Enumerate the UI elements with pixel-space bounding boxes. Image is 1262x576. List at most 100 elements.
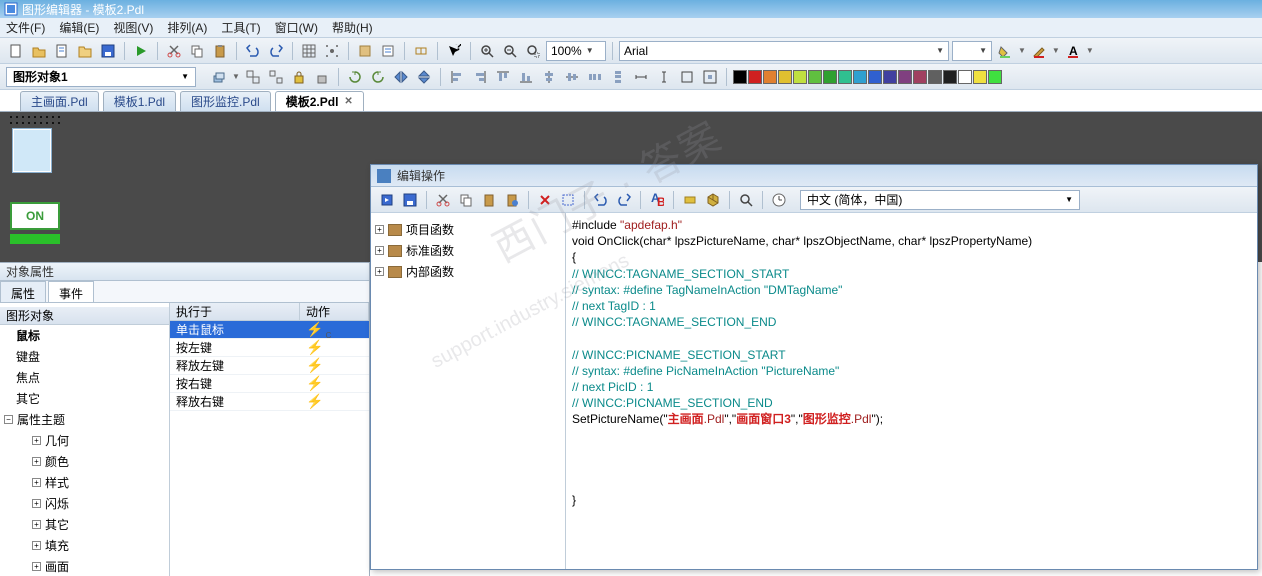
dlg-save-icon[interactable]: [400, 190, 420, 210]
canvas-picture-object[interactable]: [12, 128, 52, 173]
document-tab[interactable]: 模板1.Pdl: [103, 91, 176, 111]
dlg-cube-icon[interactable]: [703, 190, 723, 210]
tab-attributes[interactable]: 属性: [0, 281, 46, 302]
color-swatch[interactable]: [838, 70, 852, 84]
dlg-find-icon[interactable]: [736, 190, 756, 210]
tab-events[interactable]: 事件: [48, 281, 94, 302]
tree-sub-item[interactable]: +几何: [0, 430, 169, 451]
save-icon[interactable]: [98, 41, 118, 61]
lock-icon[interactable]: [289, 67, 309, 87]
dlg-syntax-check-icon[interactable]: AB: [647, 190, 667, 210]
dlg-paste-special-icon[interactable]: [502, 190, 522, 210]
zoom-in-icon[interactable]: [477, 41, 497, 61]
dlg-undo-icon[interactable]: [591, 190, 611, 210]
snap-icon[interactable]: [322, 41, 342, 61]
zoom-out-icon[interactable]: [500, 41, 520, 61]
dialog-titlebar[interactable]: 编辑操作: [371, 165, 1257, 187]
tree-sub-item[interactable]: +闪烁: [0, 493, 169, 514]
canvas-on-button[interactable]: ON: [10, 202, 60, 230]
color-swatch[interactable]: [988, 70, 1002, 84]
tree-sub-item[interactable]: +其它: [0, 514, 169, 535]
document-tab[interactable]: 主画面.Pdl: [20, 91, 99, 111]
color-swatch[interactable]: [823, 70, 837, 84]
zoom-area-icon[interactable]: [523, 41, 543, 61]
dlg-select-all-icon[interactable]: [558, 190, 578, 210]
object-selector-combo[interactable]: 图形对象1▼: [6, 67, 196, 87]
same-height-icon[interactable]: [654, 67, 674, 87]
dist-h-icon[interactable]: [585, 67, 605, 87]
tree-keyboard[interactable]: 键盘: [0, 346, 169, 367]
color-swatch[interactable]: [943, 70, 957, 84]
tree-mouse[interactable]: 鼠标: [0, 325, 169, 346]
same-size-icon[interactable]: [677, 67, 697, 87]
same-width-icon[interactable]: [631, 67, 651, 87]
menu-window[interactable]: 窗口(W): [275, 19, 318, 36]
center-in-icon[interactable]: [700, 67, 720, 87]
fn-standard[interactable]: +标准函数: [375, 240, 561, 261]
dlg-compile-icon[interactable]: [377, 190, 397, 210]
dlg-copy-icon[interactable]: [456, 190, 476, 210]
color-swatch[interactable]: [958, 70, 972, 84]
font-size-combo[interactable]: ▼: [952, 41, 992, 61]
fn-internal[interactable]: +内部函数: [375, 261, 561, 282]
color-swatch[interactable]: [853, 70, 867, 84]
rotate-left-icon[interactable]: [345, 67, 365, 87]
open-icon[interactable]: [29, 41, 49, 61]
color-swatch[interactable]: [868, 70, 882, 84]
dlg-cut-icon[interactable]: [433, 190, 453, 210]
color-swatch[interactable]: [973, 70, 987, 84]
grid-icon[interactable]: [299, 41, 319, 61]
flip-h-icon[interactable]: [391, 67, 411, 87]
dlg-redo-icon[interactable]: [614, 190, 634, 210]
group-icon[interactable]: [243, 67, 263, 87]
color-swatch[interactable]: [733, 70, 747, 84]
line-color-icon[interactable]: [1029, 41, 1049, 61]
folder-icon[interactable]: [75, 41, 95, 61]
dist-v-icon[interactable]: [608, 67, 628, 87]
copy-icon[interactable]: [187, 41, 207, 61]
event-row[interactable]: 释放左键⚡: [170, 357, 369, 375]
color-swatch[interactable]: [883, 70, 897, 84]
event-row[interactable]: 单击鼠标⚡: [170, 321, 369, 339]
text-file-icon[interactable]: [52, 41, 72, 61]
paste-icon[interactable]: [210, 41, 230, 61]
close-icon[interactable]: ✕: [344, 96, 352, 107]
event-row[interactable]: 按左键⚡: [170, 339, 369, 357]
document-tab[interactable]: 图形监控.Pdl: [180, 91, 271, 111]
menu-edit[interactable]: 编辑(E): [59, 19, 99, 36]
color-swatch[interactable]: [778, 70, 792, 84]
unlock-icon[interactable]: [312, 67, 332, 87]
help-pointer-icon[interactable]: ?: [444, 41, 464, 61]
menu-file[interactable]: 文件(F): [6, 19, 45, 36]
fill-color-icon[interactable]: [995, 41, 1015, 61]
align-right-icon[interactable]: [470, 67, 490, 87]
run-icon[interactable]: [131, 41, 151, 61]
book-icon[interactable]: [355, 41, 375, 61]
tree-sub-item[interactable]: +画面: [0, 556, 169, 576]
color-swatch[interactable]: [913, 70, 927, 84]
align-center-h-icon[interactable]: [539, 67, 559, 87]
align-top-icon[interactable]: [493, 67, 513, 87]
color-swatch[interactable]: [763, 70, 777, 84]
dlg-tag-icon[interactable]: [680, 190, 700, 210]
zoom-combo[interactable]: 100%▼: [546, 41, 606, 61]
menu-help[interactable]: 帮助(H): [332, 19, 373, 36]
menu-arrange[interactable]: 排列(A): [167, 19, 207, 36]
tree-other[interactable]: 其它: [0, 388, 169, 409]
dlg-clock-icon[interactable]: [769, 190, 789, 210]
align-left-icon[interactable]: [447, 67, 467, 87]
dlg-paste-icon[interactable]: [479, 190, 499, 210]
dlg-delete-icon[interactable]: [535, 190, 555, 210]
ungroup-icon[interactable]: [266, 67, 286, 87]
undo-icon[interactable]: [243, 41, 263, 61]
menu-tools[interactable]: 工具(T): [221, 19, 260, 36]
link-icon[interactable]: [411, 41, 431, 61]
color-swatch[interactable]: [898, 70, 912, 84]
font-combo[interactable]: Arial▼: [619, 41, 949, 61]
tree-sub-item[interactable]: +样式: [0, 472, 169, 493]
layer-icon[interactable]: [209, 67, 229, 87]
fn-project[interactable]: +项目函数: [375, 219, 561, 240]
color-swatch[interactable]: [793, 70, 807, 84]
canvas-green-bar[interactable]: [10, 234, 60, 244]
language-combo[interactable]: 中文 (简体，中国)▼: [800, 190, 1080, 210]
